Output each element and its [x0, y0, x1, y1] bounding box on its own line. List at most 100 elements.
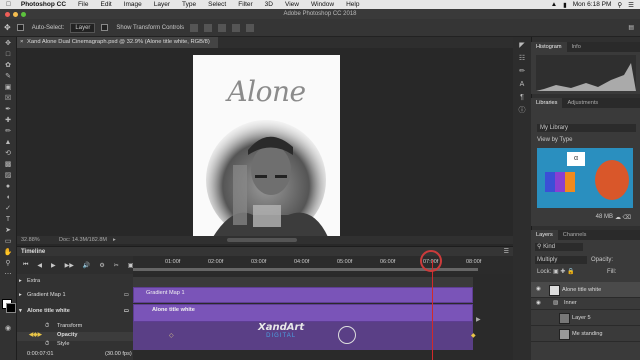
menu-3d[interactable]: 3D — [259, 1, 279, 8]
zoom-tool-icon[interactable]: ⚲ — [3, 259, 13, 268]
audio-icon[interactable]: 🔊 — [83, 262, 90, 269]
layer-row[interactable]: Layer 5 — [531, 310, 640, 326]
stopwatch-icon[interactable]: ⏱ — [45, 323, 49, 330]
visibility-eye-icon[interactable]: ◉ — [536, 286, 541, 292]
expand-icon[interactable]: ▸ — [19, 292, 22, 298]
minimize-window-button[interactable] — [13, 12, 18, 17]
eraser-tool-icon[interactable]: ▩ — [3, 160, 13, 169]
library-thumbnail[interactable]: α — [537, 148, 633, 208]
menu-view[interactable]: View — [279, 1, 305, 8]
view-by-type[interactable]: View by Type — [537, 137, 572, 143]
menu-image[interactable]: Image — [118, 1, 148, 8]
document-tab[interactable]: × Xand Alone Dual Cinemagraph.psd @ 32.9… — [17, 37, 218, 48]
menu-window[interactable]: Window — [305, 1, 340, 8]
battery-icon[interactable]: ▮ — [563, 1, 567, 9]
close-window-button[interactable] — [5, 12, 10, 17]
move-tool-icon[interactable]: ✥ — [4, 23, 11, 32]
end-marker[interactable]: ▶ — [476, 316, 481, 323]
menu-file[interactable]: File — [72, 1, 94, 8]
menu-app-name[interactable]: Photoshop CC — [17, 1, 72, 8]
collapse-icon[interactable]: ▾ — [19, 308, 22, 314]
property-row[interactable]: ⏱ Style — [17, 341, 133, 350]
keyframe-marker[interactable]: ◇ — [169, 332, 174, 339]
background-color-swatch[interactable] — [6, 303, 16, 313]
apple-icon[interactable]:  — [0, 1, 17, 8]
quick-mask-icon[interactable]: ◉ — [3, 324, 13, 333]
track-row[interactable]: ▸ Extra — [17, 278, 133, 289]
menu-layer[interactable]: Layer — [148, 1, 176, 8]
tab-info[interactable]: Info — [567, 42, 586, 52]
blend-mode-dropdown[interactable]: Multiply — [535, 256, 587, 264]
path-select-tool-icon[interactable]: ➤ — [3, 226, 13, 235]
properties-icon[interactable]: ☷ — [518, 54, 527, 63]
layer-group-row[interactable]: ◉ ▧ Inner — [531, 298, 640, 310]
zoom-window-button[interactable] — [21, 12, 26, 17]
property-row[interactable]: ◀◆▶ Opacity — [17, 332, 133, 341]
layer-row[interactable]: Me standing — [531, 326, 640, 342]
tab-libraries[interactable]: Libraries — [531, 98, 563, 108]
history-brush-tool-icon[interactable]: ⟲ — [3, 149, 13, 158]
type-tool-icon[interactable]: T — [3, 215, 13, 224]
move-tool-icon[interactable]: ✥ — [3, 39, 13, 48]
delete-icon[interactable]: ⌫ — [623, 214, 631, 221]
quick-select-tool-icon[interactable]: ✎ — [3, 72, 13, 81]
gradient-tool-icon[interactable]: ▨ — [3, 171, 13, 180]
next-frame-icon[interactable]: ▶▶ — [65, 262, 74, 269]
clip-alone-title-white[interactable]: Alone title white — [133, 304, 473, 322]
layer-row-selected[interactable]: ◉ Alone title white — [531, 282, 640, 298]
menu-select[interactable]: Select — [202, 1, 232, 8]
library-dropdown[interactable]: My Library — [537, 124, 636, 132]
stopwatch-icon[interactable]: ⏱ — [45, 341, 49, 348]
menu-edit[interactable]: Edit — [95, 1, 118, 8]
hand-tool-icon[interactable]: ✋ — [3, 248, 13, 257]
more-tools-icon[interactable]: ⋯ — [3, 270, 13, 279]
menu-help[interactable]: Help — [340, 1, 365, 8]
close-tab-icon[interactable]: × — [20, 37, 23, 48]
brush-tool-icon[interactable]: ✏ — [3, 127, 13, 136]
tab-layers[interactable]: Layers — [531, 230, 558, 240]
shape-tool-icon[interactable]: ▭ — [3, 237, 13, 246]
menu-type[interactable]: Type — [176, 1, 202, 8]
playhead-line[interactable] — [432, 260, 433, 360]
tab-channels[interactable]: Channels — [558, 230, 592, 240]
wifi-icon[interactable]: ▲ — [551, 1, 557, 8]
align-right-icon[interactable] — [218, 23, 227, 32]
history-icon[interactable]: ◤ — [518, 41, 527, 50]
kind-filter[interactable]: ⚲ Kind — [535, 243, 583, 251]
menu-filter[interactable]: Filter — [232, 1, 258, 8]
menu-list-icon[interactable]: ☰ — [628, 1, 634, 9]
panel-menu-icon[interactable]: ☰ — [504, 248, 509, 255]
auto-select-checkbox[interactable] — [16, 23, 26, 31]
settings-icon[interactable]: ⚙ — [99, 262, 104, 269]
workspace-icon[interactable]: ▤ — [628, 24, 634, 31]
status-menu-icon[interactable]: ▸ — [113, 236, 116, 244]
pen-tool-icon[interactable]: ✓ — [3, 204, 13, 213]
search-icon[interactable]: ⚲ — [617, 1, 622, 9]
split-icon[interactable]: ✂ — [114, 262, 119, 269]
visibility-eye-icon[interactable]: ◉ — [536, 300, 541, 306]
current-time[interactable]: 0:00:07:01 — [27, 351, 53, 357]
track-row[interactable]: ▾ Alone title white ▭ — [17, 308, 133, 319]
align-center-icon[interactable] — [204, 23, 213, 32]
property-row[interactable]: ⏱ Transform — [17, 323, 133, 332]
clone-stamp-tool-icon[interactable]: ▲ — [3, 138, 13, 147]
blur-tool-icon[interactable]: ● — [3, 182, 13, 191]
cloud-icon[interactable]: ☁ — [615, 214, 621, 221]
tab-adjustments[interactable]: Adjustments — [562, 98, 603, 108]
doc-size[interactable]: Doc: 14.3M/182.8M — [59, 236, 107, 244]
playhead-handle[interactable] — [420, 250, 442, 272]
keyframe-marker[interactable]: ◆ — [471, 332, 476, 339]
clip-gradient-map[interactable]: Gradient Map 1 — [133, 287, 473, 303]
brush-settings-icon[interactable]: ✏ — [518, 67, 527, 76]
frame-tool-icon[interactable]: ☒ — [3, 94, 13, 103]
clock[interactable]: Mon 6:18 PM — [573, 1, 612, 8]
character-icon[interactable]: A — [518, 80, 527, 89]
lasso-tool-icon[interactable]: ✿ — [3, 61, 13, 70]
eyedropper-tool-icon[interactable]: ✒ — [3, 105, 13, 114]
first-frame-icon[interactable]: ⏮ — [23, 262, 28, 269]
show-transform-checkbox[interactable] — [101, 23, 110, 31]
expand-icon[interactable]: ▸ — [19, 278, 22, 284]
paragraph-icon[interactable]: ¶ — [518, 93, 527, 102]
tab-histogram[interactable]: Histogram — [531, 42, 567, 52]
align-left-icon[interactable] — [190, 23, 199, 32]
